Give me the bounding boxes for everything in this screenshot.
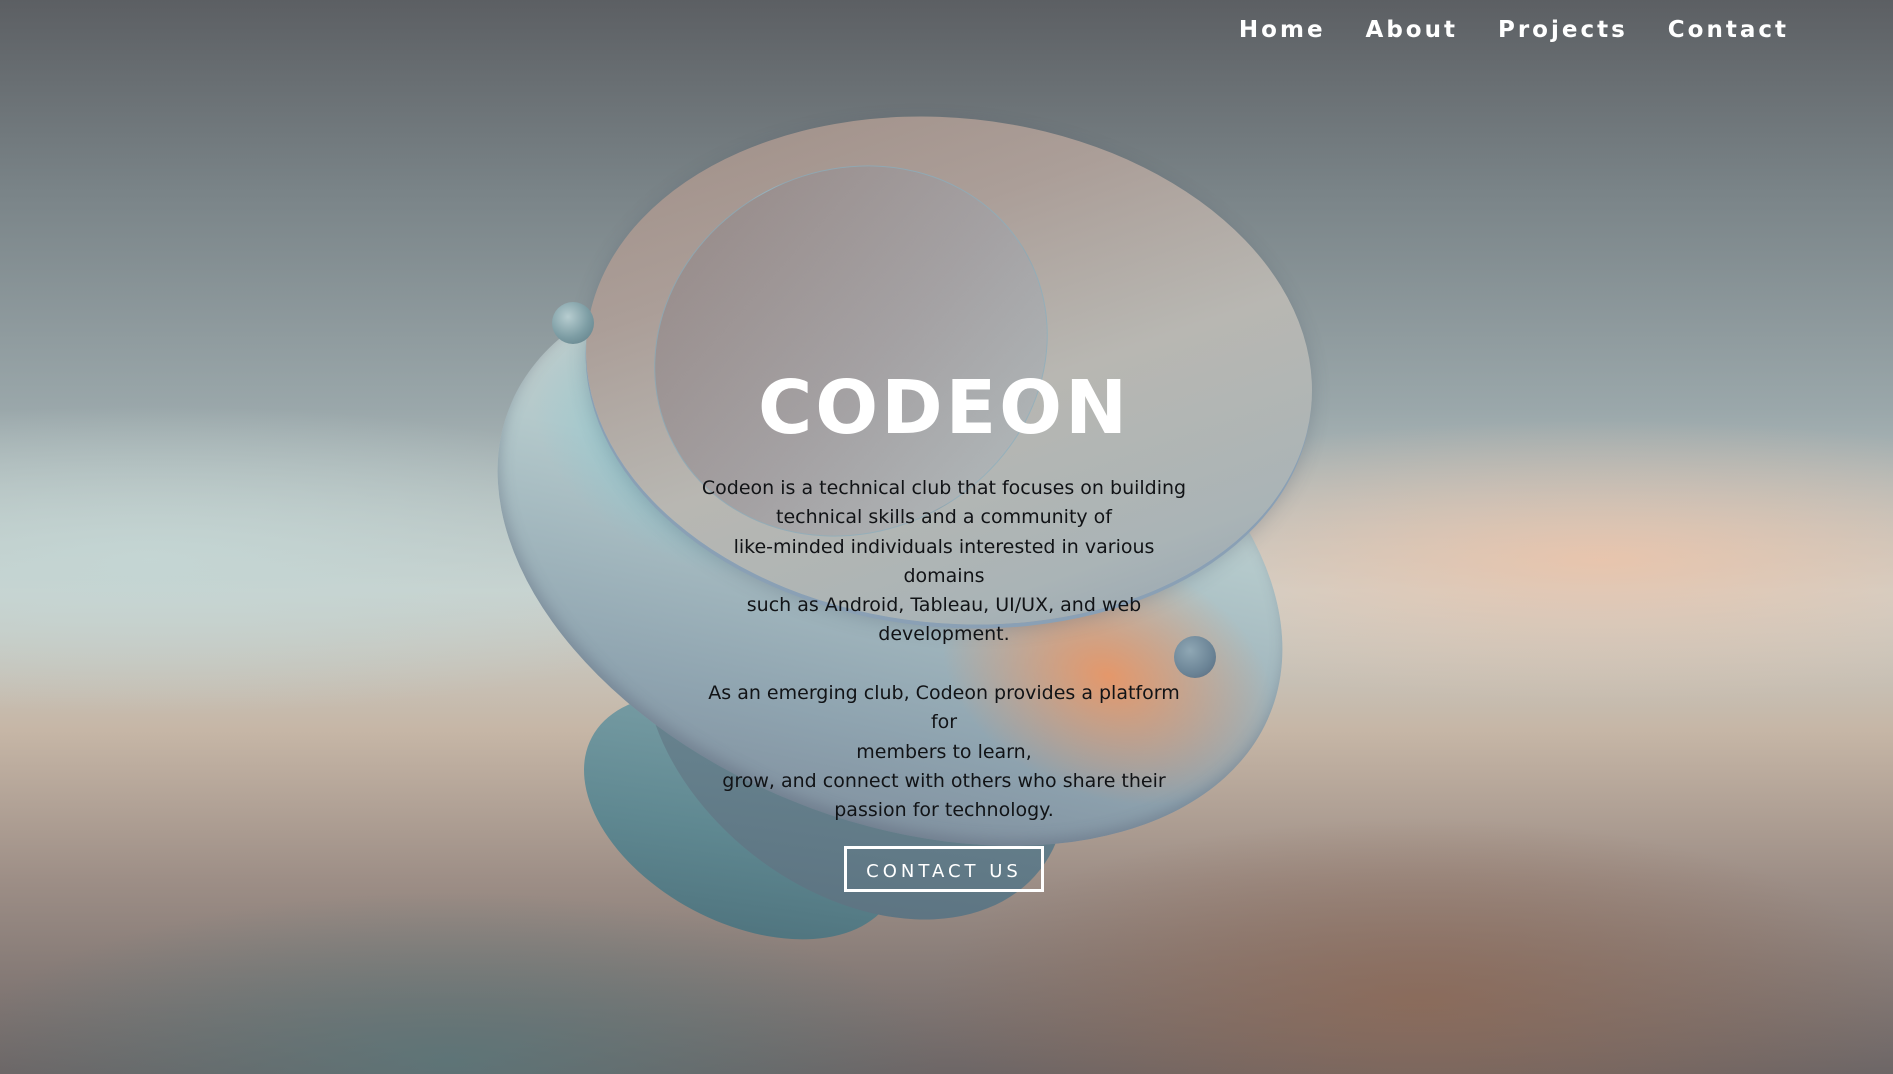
hero-description-line: development. [878, 623, 1010, 646]
artwork-sphere-left [552, 302, 594, 344]
hero-section: CODEON Codeon is a technical club that f… [696, 360, 1192, 892]
hero-description-line: members to learn, [856, 740, 1032, 763]
nav-link-home[interactable]: Home [1239, 13, 1326, 47]
hero-description-line: like-minded individuals interested in va… [733, 535, 1155, 587]
nav-link-about[interactable]: About [1366, 13, 1458, 47]
hero-description-line: grow, and connect with others who share … [722, 769, 1166, 792]
nav-link-contact[interactable]: Contact [1668, 13, 1789, 47]
contact-us-button[interactable]: CONTACT US [844, 845, 1044, 892]
hero-description-line: Codeon is a technical club that focuses … [701, 477, 1187, 499]
top-nav: Home About Projects Contact [1239, 13, 1789, 47]
hero-description-line: technical skills and a community of [776, 506, 1112, 529]
hero-title: CODEON [757, 365, 1131, 451]
hero-description-line: As an emerging club, Codeon provides a p… [708, 682, 1180, 734]
nav-link-projects[interactable]: Projects [1498, 13, 1628, 47]
hero-description-line: such as Android, Tableau, UI/UX, and web [746, 594, 1142, 617]
hero-description: Codeon is a technical club that focuses … [696, 474, 1192, 826]
hero-description-line: passion for technology. [834, 799, 1054, 822]
